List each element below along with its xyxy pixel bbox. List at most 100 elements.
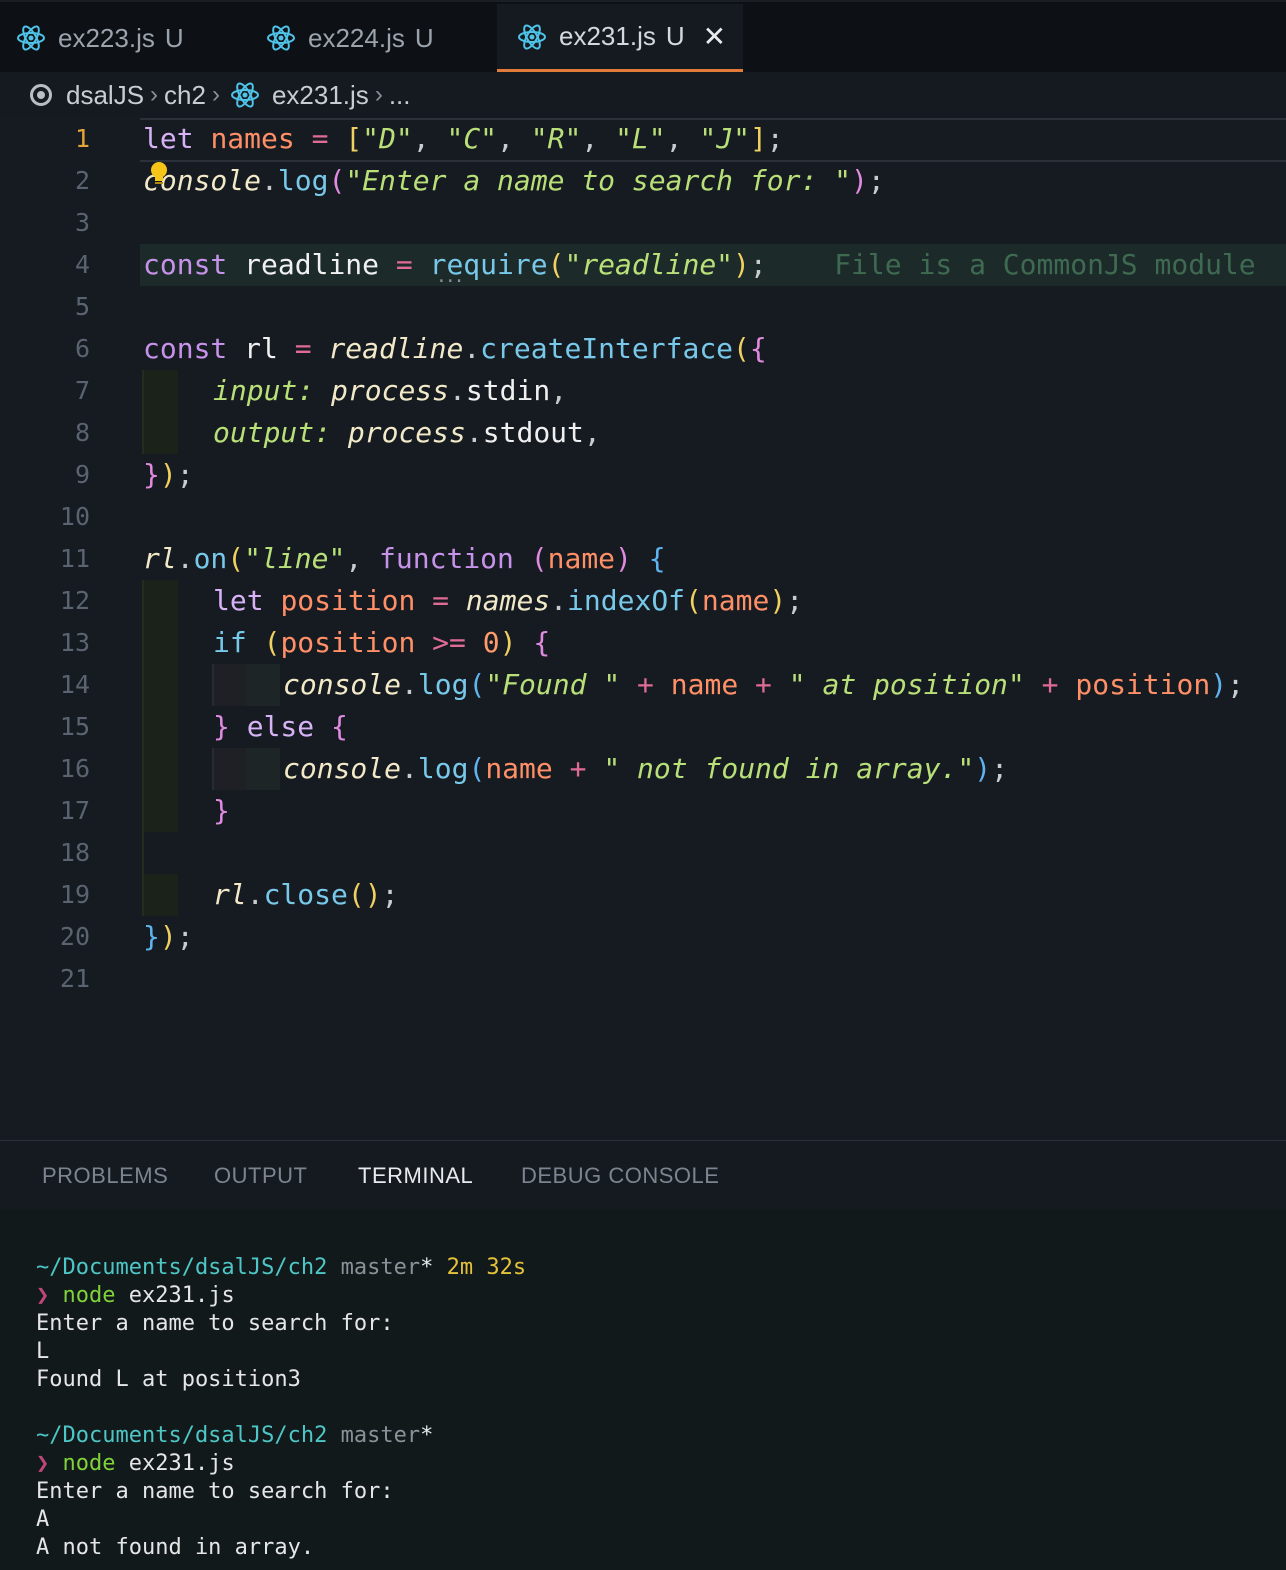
breadcrumb-file[interactable]: ex231.js	[272, 80, 369, 111]
terminal-input: L	[36, 1339, 50, 1364]
indent-guide	[142, 370, 178, 412]
tab-ex231[interactable]: ex231.js U ✕	[497, 4, 743, 72]
code-line: 20 });	[0, 916, 1286, 958]
breadcrumb-root[interactable]: dsalJS	[66, 80, 144, 111]
tab-output[interactable]: OUTPUT	[214, 1163, 307, 1189]
indent-guide	[246, 664, 280, 706]
tab-ex224[interactable]: ex224.js U	[266, 4, 434, 72]
indent-guide	[142, 748, 178, 790]
chevron-right-icon: ›	[374, 81, 383, 108]
code-text: input: process.stdin,	[213, 374, 568, 407]
line-number: 2	[74, 166, 90, 195]
breadcrumb: dsalJS › ch2 › ex231.js › ...	[0, 72, 1286, 118]
line-number: 11	[59, 544, 90, 573]
indent-guide	[212, 748, 248, 790]
breadcrumb-more[interactable]: ...	[389, 80, 411, 111]
line-number: 21	[59, 964, 90, 993]
line-number: 15	[59, 712, 90, 741]
line-number: 13	[59, 628, 90, 657]
line-number: 8	[74, 418, 90, 447]
tab-label: ex231.js	[559, 21, 656, 51]
line-number: 10	[59, 502, 90, 531]
tab-label: ex224.js	[308, 22, 405, 53]
line-number: 14	[59, 670, 90, 699]
tab-problems[interactable]: PROBLEMS	[42, 1163, 168, 1189]
terminal-output: A not found in array.	[36, 1535, 315, 1560]
code-line: 14 console.log("Found " + name + " at po…	[0, 664, 1286, 706]
indent-guide	[212, 664, 248, 706]
terminal-command: ❯ node ex231.js	[36, 1283, 235, 1308]
react-icon	[267, 25, 295, 51]
terminal-output: Enter a name to search for:	[36, 1311, 394, 1336]
code-line: 8 output: process.stdout,	[0, 412, 1286, 454]
line-number: 20	[59, 922, 90, 951]
close-icon[interactable]: ✕	[703, 20, 726, 53]
code-line: 6 const rl = readline.createInterface({	[0, 328, 1286, 370]
untracked-badge: U	[665, 21, 685, 51]
breadcrumb-folder[interactable]: ch2	[164, 80, 206, 111]
code-line: 21	[0, 958, 1286, 1000]
line-number: 3	[74, 208, 90, 237]
react-icon	[17, 25, 45, 51]
indent-guide	[142, 580, 178, 622]
code-text: });	[143, 458, 194, 491]
code-text: console.log("Found " + name + " at posit…	[283, 668, 1244, 701]
code-text: output: process.stdout,	[213, 416, 601, 449]
line-number: 9	[74, 460, 90, 489]
line-number: 1	[74, 124, 90, 153]
untracked-badge: U	[164, 22, 184, 53]
record-icon	[30, 84, 52, 106]
chevron-right-icon: ›	[150, 81, 159, 108]
indent-guide	[246, 748, 280, 790]
line-number: 19	[59, 880, 90, 909]
inline-hint: File is a CommonJS module	[834, 248, 1256, 281]
code-text: const readline = require("readline"); Fi…	[143, 248, 1256, 281]
codelens-dots[interactable]: ...	[436, 266, 464, 287]
tab-debug-console[interactable]: DEBUG CONSOLE	[521, 1163, 719, 1189]
untracked-badge: U	[414, 22, 434, 53]
line-number: 17	[59, 796, 90, 825]
code-text: const rl = readline.createInterface({	[143, 332, 767, 365]
terminal[interactable]: ~/Documents/dsalJS/ch2 master* 2m 32s ❯ …	[0, 1209, 1286, 1570]
code-text: rl.on("line", function (name) {	[143, 542, 666, 575]
tab-terminal[interactable]: TERMINAL	[358, 1163, 473, 1189]
terminal-prompt-header: ~/Documents/dsalJS/ch2 master* 2m 32s	[36, 1255, 527, 1280]
terminal-command: ❯ node ex231.js	[36, 1451, 235, 1476]
code-text: let names = ["D", "C", "R", "L", "J"];	[143, 122, 784, 155]
indent-guide	[142, 790, 178, 832]
code-text: console.log(name + " not found in array.…	[283, 752, 1008, 785]
line-number: 7	[74, 376, 90, 405]
indent-guide	[142, 412, 178, 454]
terminal-output: Enter a name to search for:	[36, 1479, 394, 1504]
line-number: 18	[59, 838, 90, 867]
code-line: 16 console.log(name + " not found in arr…	[0, 748, 1286, 790]
code-line: 1 let names = ["D", "C", "R", "L", "J"];	[0, 118, 1286, 162]
code-editor[interactable]: 1 let names = ["D", "C", "R", "L", "J"];…	[0, 118, 1286, 1140]
terminal-input: A	[36, 1507, 50, 1532]
line-number: 6	[74, 334, 90, 363]
indent-guide	[142, 874, 178, 916]
lightbulb-icon[interactable]	[148, 160, 170, 188]
indent-guide	[142, 622, 178, 664]
code-line: 15 } else {	[0, 706, 1286, 748]
terminal-output: Found L at position3	[36, 1367, 301, 1392]
code-line: 10	[0, 496, 1286, 538]
code-line: 7 input: process.stdin,	[0, 370, 1286, 412]
chevron-right-icon: ›	[211, 81, 220, 108]
code-text: rl.close();	[213, 878, 399, 911]
indent-guide	[142, 706, 178, 748]
code-line: 19 rl.close();	[0, 874, 1286, 916]
line-number: 5	[74, 292, 90, 321]
tab-ex223[interactable]: ex223.js U	[16, 4, 184, 72]
line-number: 16	[59, 754, 90, 783]
panel-tab-bar: PROBLEMS OUTPUT TERMINAL DEBUG CONSOLE	[0, 1141, 1286, 1209]
tab-label: ex223.js	[58, 22, 155, 53]
code-text: });	[143, 920, 194, 953]
code-text: }	[213, 794, 230, 827]
code-line: 11 rl.on("line", function (name) {	[0, 538, 1286, 580]
code-line: 5	[0, 286, 1286, 328]
code-line: 18	[0, 832, 1286, 874]
editor-tab-bar: ex223.js U ex224.js U ex231.js U ✕	[0, 0, 1286, 74]
code-text: let position = names.indexOf(name);	[213, 584, 804, 617]
code-line: 2 console.log("Enter a name to search fo…	[0, 160, 1286, 202]
